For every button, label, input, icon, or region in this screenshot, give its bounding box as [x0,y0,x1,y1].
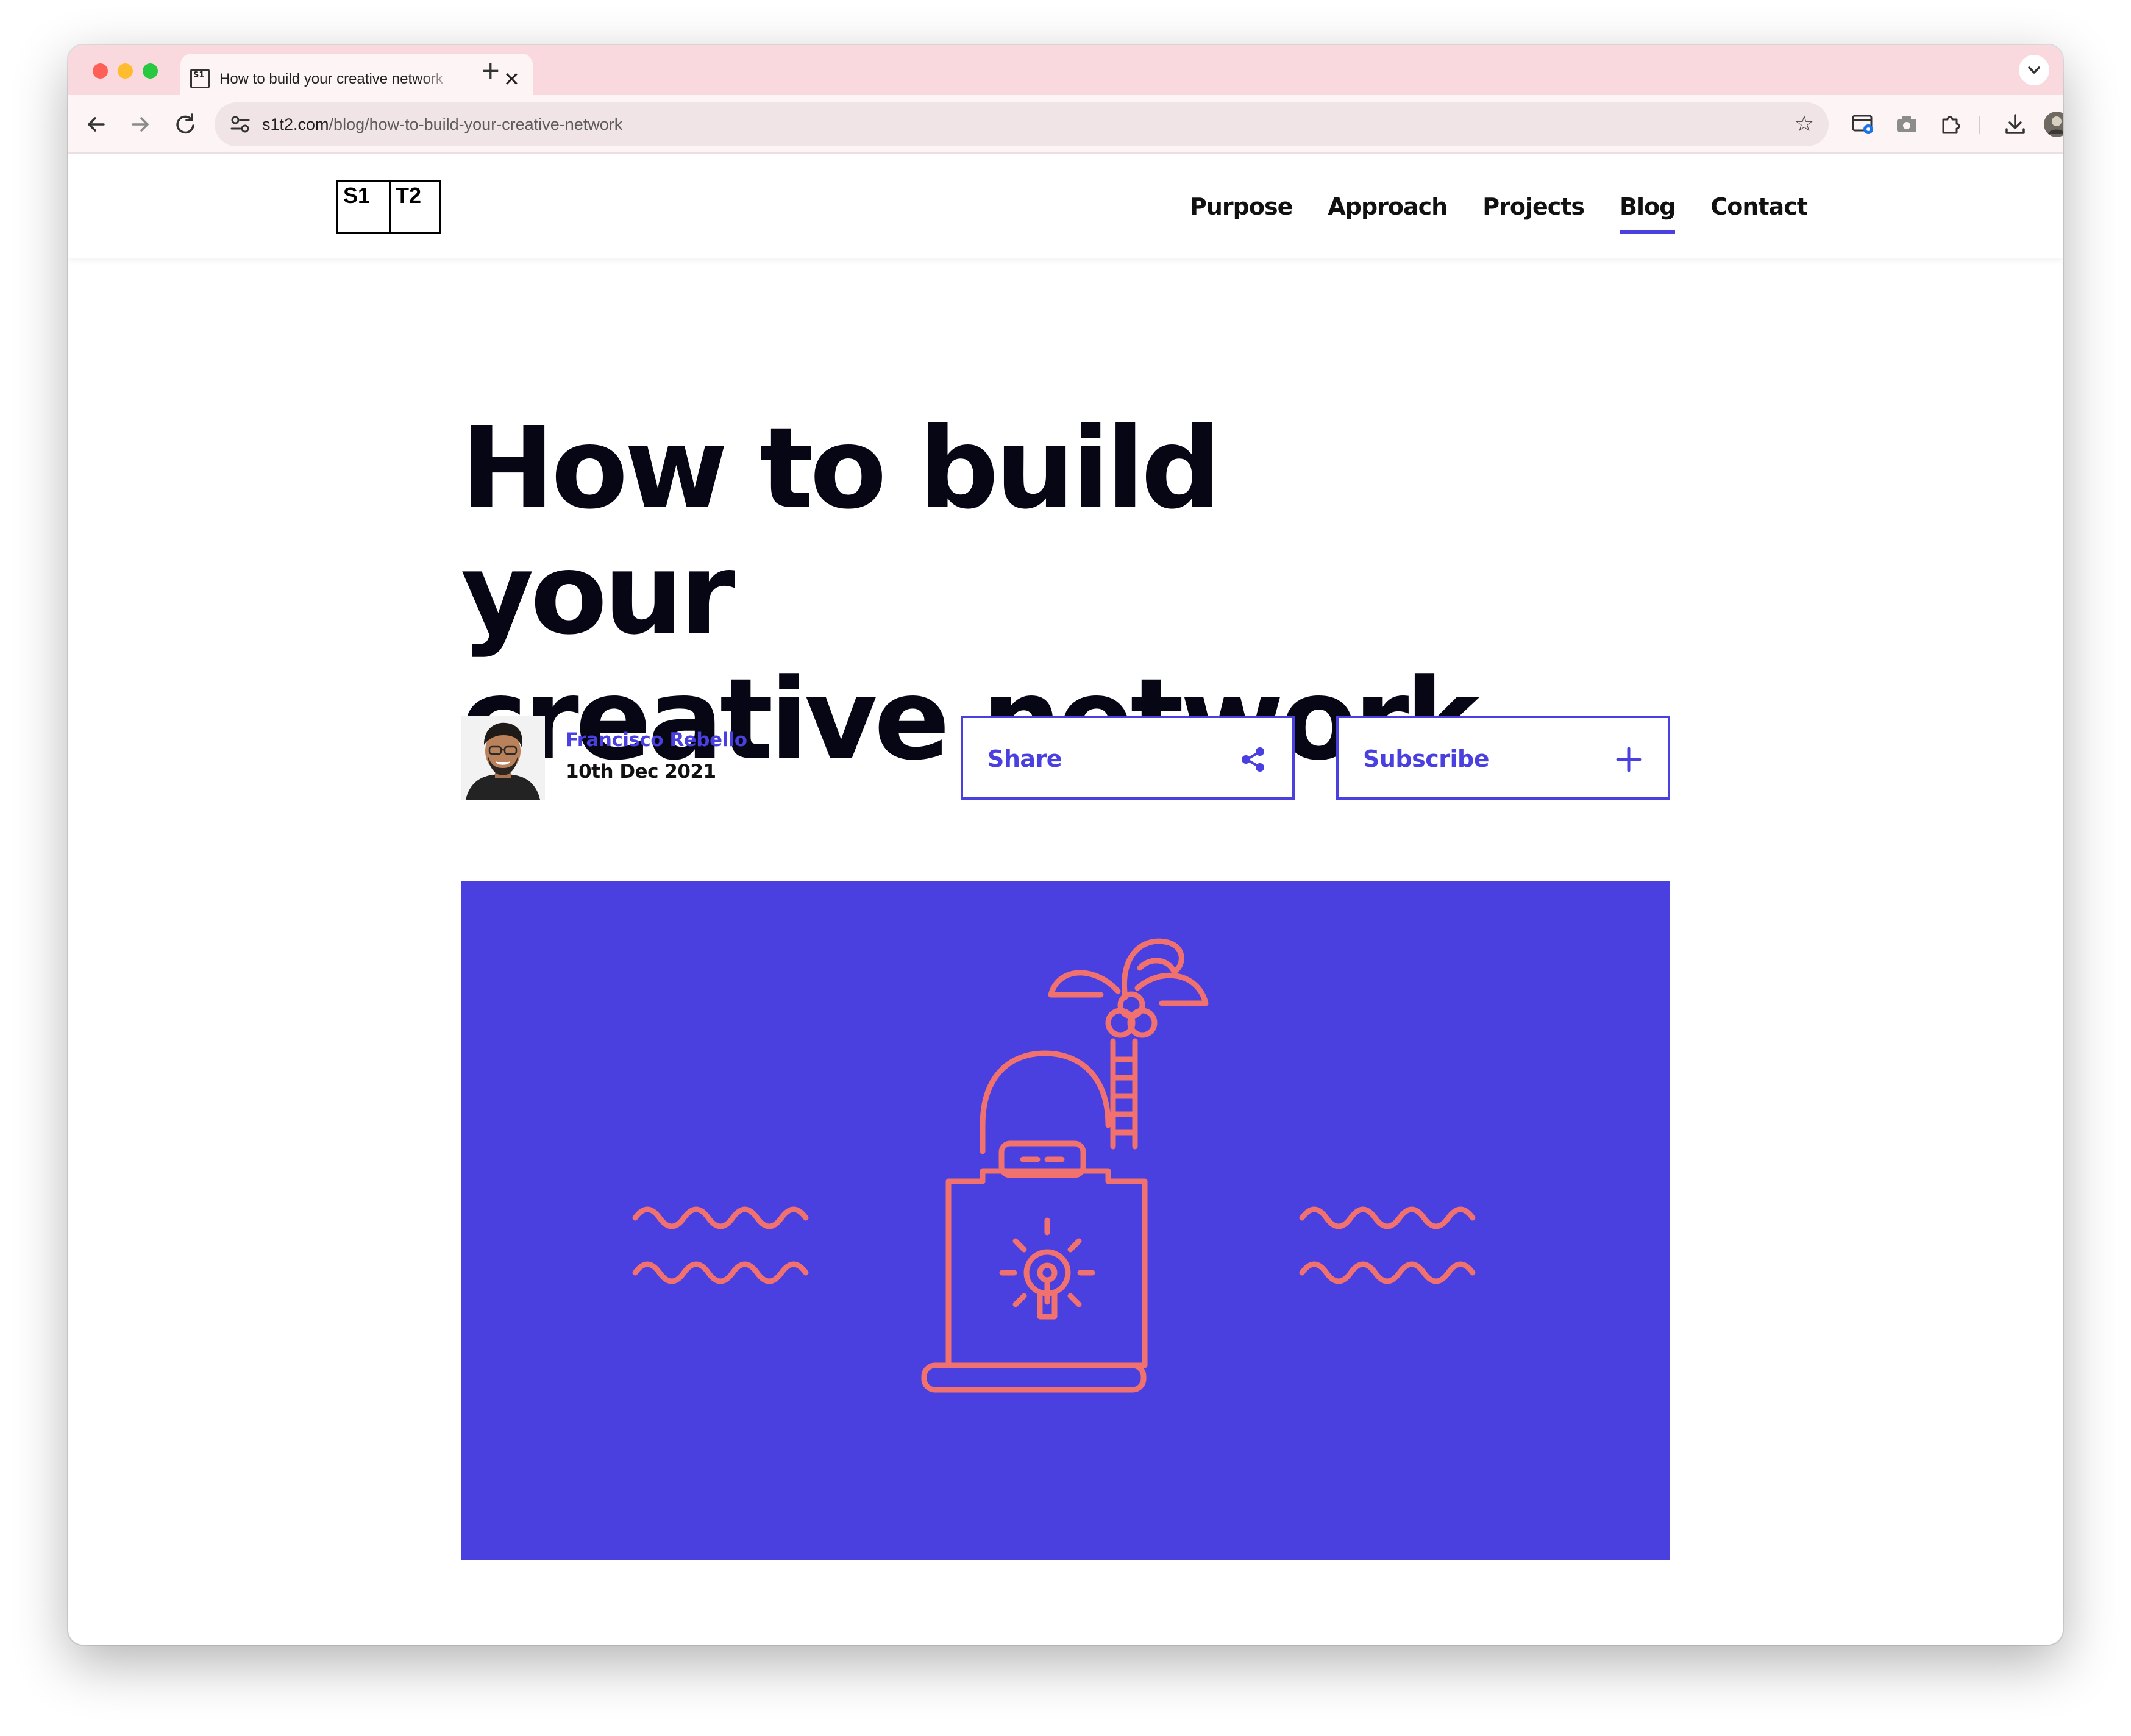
browser-toolbar: s1t2.com/blog/how-to-build-your-creative… [68,95,2063,154]
wave-left-bottom [632,1261,809,1284]
browser-window: S1 How to build your creative network ✕ … [68,45,2063,1645]
logo-right-cell: T2 [389,182,439,232]
share-button[interactable]: Share [961,716,1295,800]
publish-date: 10th Dec 2021 [566,761,716,783]
laptop-base [921,1362,1147,1393]
reload-icon [176,113,194,134]
laptop-lightbulb-palm-illustration-icon [632,938,1476,1393]
wave-right-top [1299,1206,1476,1229]
toolbar-divider [1979,116,1980,134]
author-portrait-icon [461,716,545,800]
tab-search-dropdown-icon[interactable] [2019,55,2049,85]
main-nav: Purpose Approach Projects Blog Contact [1190,191,1808,234]
bookmark-star-icon[interactable]: ☆ [1795,110,1814,139]
close-window-button[interactable] [93,63,108,79]
plus-icon [1616,747,1642,772]
url-path: /blog/how-to-build-your-creative-network [329,115,623,133]
screen-capture-icon[interactable] [1848,110,1877,139]
new-tab-button[interactable]: + [480,57,501,84]
minimize-window-button[interactable] [118,63,133,79]
arrow-left-icon [88,117,105,132]
url-text[interactable]: s1t2.com/blog/how-to-build-your-creative… [262,113,622,135]
lightbulb [999,1217,1095,1320]
forward-button[interactable] [124,108,156,140]
tab-strip: S1 How to build your creative network ✕ … [68,45,2063,95]
url-host: s1t2.com [262,115,329,133]
logo-left-cell: S1 [343,183,371,208]
wave-right-bottom [1299,1261,1476,1284]
camera-icon[interactable] [1892,110,1921,139]
nav-item-approach[interactable]: Approach [1328,191,1448,228]
tab-close-icon[interactable]: ✕ [503,67,520,91]
laptop-screen [945,1178,1148,1368]
site-settings-icon[interactable] [228,112,252,137]
profile-avatar-icon[interactable] [2043,111,2063,138]
subscribe-button-label: Subscribe [1363,745,1490,772]
tab-title: How to build your creative network [219,71,443,87]
author-name[interactable]: Francisco Rebello [566,728,747,752]
share-button-label: Share [987,745,1062,772]
nav-item-projects[interactable]: Projects [1482,191,1585,228]
subscribe-button[interactable]: Subscribe [1336,716,1670,800]
chevron-down-icon [2028,66,2040,74]
article-hero-image [461,881,1670,1560]
site-logo[interactable]: S1 T2 [336,180,441,234]
reload-button[interactable] [169,108,201,140]
wave-left-top [632,1206,809,1229]
back-button[interactable] [80,108,112,140]
extensions-puzzle-icon[interactable] [1936,110,1965,139]
site-header: S1 T2 Purpose Approach Projects Blog Con… [68,154,2063,258]
nav-item-purpose[interactable]: Purpose [1190,191,1293,228]
nav-item-blog[interactable]: Blog [1620,191,1676,234]
share-icon [1242,747,1264,772]
article-title-line-1: How to build your [461,404,1221,660]
palm-tree [1048,938,1209,1150]
person-figure [980,1050,1111,1178]
address-bar[interactable]: s1t2.com/blog/how-to-build-your-creative… [215,102,1829,146]
maximize-window-button[interactable] [143,63,158,79]
author-avatar [461,716,545,800]
nav-item-contact[interactable]: Contact [1710,191,1808,228]
site-favicon-icon: S1 [190,69,210,88]
arrow-right-icon [132,117,149,132]
download-icon[interactable] [2001,110,2030,139]
